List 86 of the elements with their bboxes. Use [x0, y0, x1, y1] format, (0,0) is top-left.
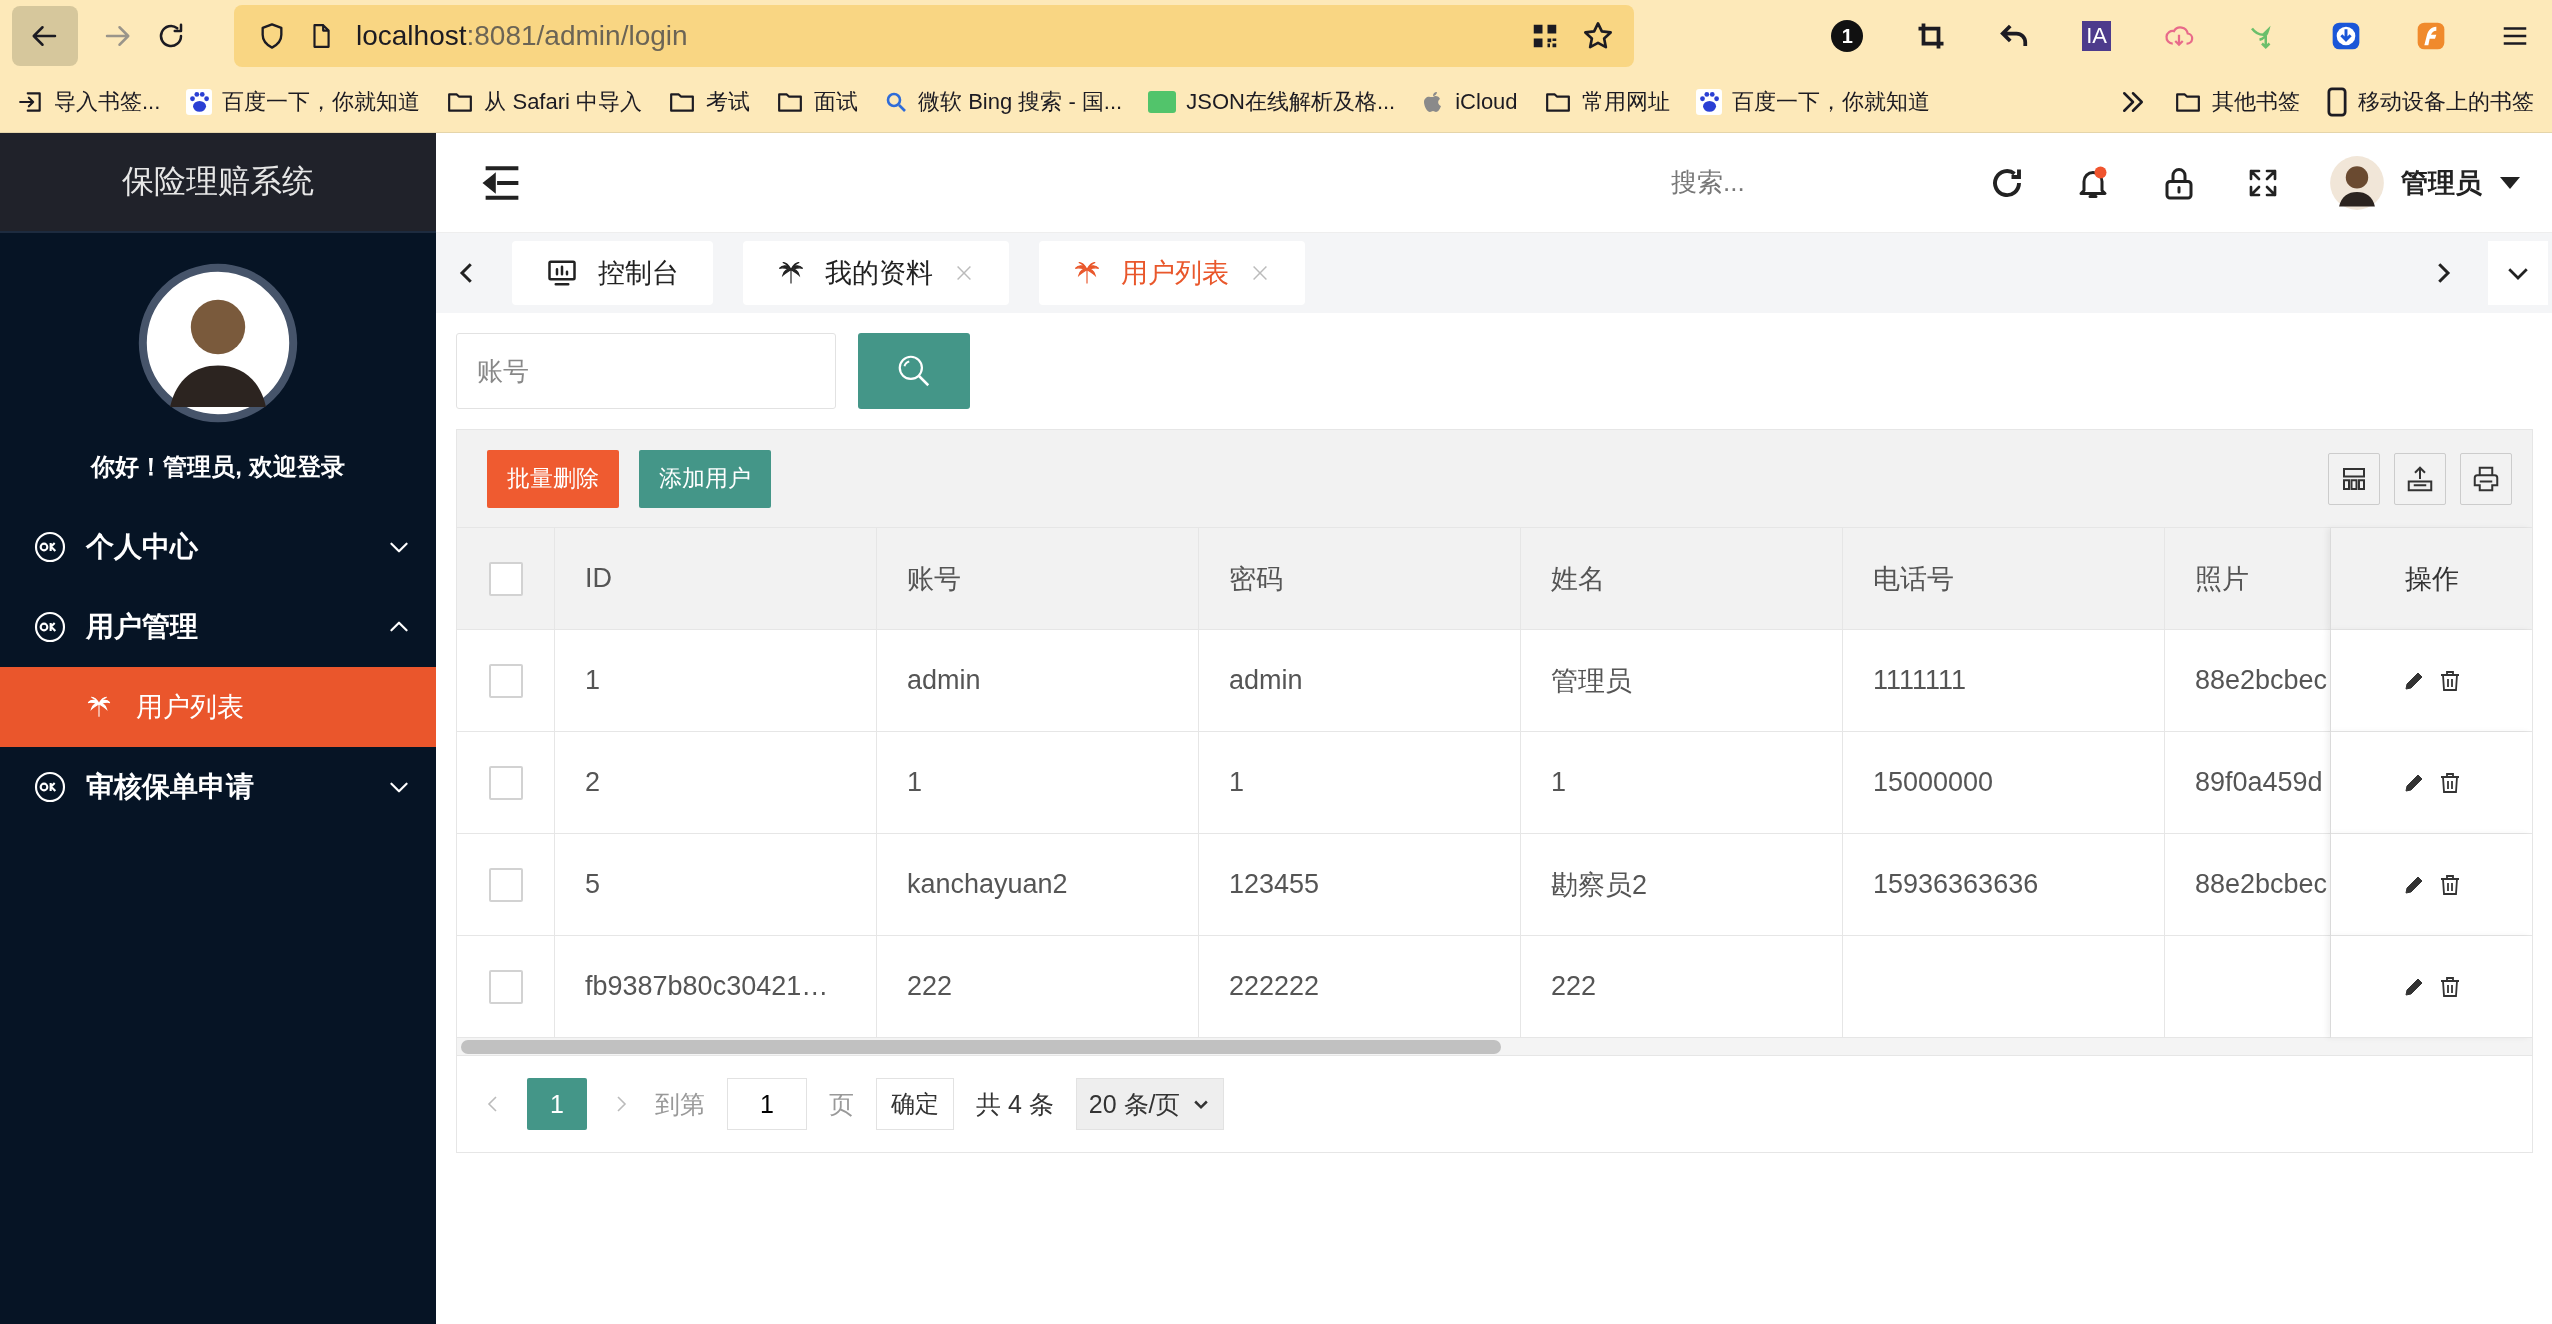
column-header[interactable]: 密码 [1229, 560, 1283, 597]
bookmark-link[interactable]: 面试 [814, 87, 859, 117]
table-cell: 管理员 [1521, 630, 1843, 732]
table-cell: 123455 [1199, 834, 1521, 936]
palm-icon [777, 259, 805, 287]
total-count: 共 4 条 [976, 1088, 1054, 1120]
menu-item[interactable]: 用户管理 [0, 587, 436, 667]
bookmark-link[interactable]: 微软 Bing 搜索 - 国... [918, 87, 1123, 117]
download-icon[interactable] [2330, 20, 2362, 52]
goto-label: 到第 [655, 1088, 705, 1120]
address-bar[interactable]: localhost:8081/admin/login [234, 5, 1634, 67]
ok-icon [34, 771, 66, 803]
submenu-item[interactable]: 用户列表 [0, 667, 436, 747]
page-label: 页 [829, 1088, 854, 1120]
scrollbar-thumb[interactable] [461, 1040, 1501, 1054]
bookmark-link[interactable]: 百度一下，你就知道 [222, 87, 421, 117]
confirm-button[interactable]: 确定 [876, 1078, 954, 1130]
account-field[interactable]: 账号 [456, 333, 836, 409]
bookmark-link[interactable]: 导入书签... [54, 87, 161, 117]
search-field[interactable]: 搜索... [1669, 166, 1919, 199]
column-header[interactable]: 操作 [2404, 560, 2459, 597]
page-number-field[interactable]: 1 [727, 1078, 807, 1130]
user-menu[interactable]: 管理员 [2329, 154, 2522, 211]
tab[interactable]: 我的资料 [743, 241, 1009, 305]
bookmark-link[interactable]: 考试 [706, 87, 751, 117]
column-header[interactable]: 账号 [907, 560, 961, 597]
checkbox[interactable] [488, 765, 523, 800]
user-avatar-icon [2329, 154, 2385, 211]
table-cell: 15000000 [1843, 732, 2165, 834]
tab[interactable]: 用户列表 [1039, 241, 1305, 305]
app-title: 保险理赔系统 [122, 162, 314, 201]
checkbox[interactable] [488, 663, 523, 698]
extension-button[interactable]: IA [2082, 21, 2111, 51]
bookmark-link[interactable]: 百度一下，你就知道 [1731, 87, 1930, 117]
column-header[interactable]: 姓名 [1551, 560, 1605, 597]
paw-icon [186, 89, 213, 115]
search-button[interactable] [858, 333, 970, 409]
bookmark-link[interactable]: 其他书签 [2212, 87, 2300, 117]
table-cell: 2 [555, 732, 877, 834]
table-cell: admin [1199, 630, 1521, 732]
table-cell: 1 [1199, 732, 1521, 834]
import-icon [18, 89, 44, 115]
bookmark-link[interactable]: 移动设备上的书签 [2358, 87, 2534, 117]
greeting-text: 你好！管理员, 欢迎登录 [91, 453, 345, 480]
tab[interactable]: 控制台 [512, 241, 713, 305]
bookmark-link[interactable]: JSON在线解析及格... [1186, 87, 1396, 117]
phone-icon [2326, 87, 2348, 117]
json-icon [1148, 90, 1177, 114]
checkbox[interactable] [488, 561, 523, 596]
add-button[interactable]: 添加用户 [639, 449, 771, 508]
table-cell: kanchayuan2 [877, 834, 1199, 936]
bookmark-link[interactable]: 从 Safari 中导入 [484, 87, 643, 117]
table-cell: admin [877, 630, 1199, 732]
column-header[interactable]: 照片 [2195, 560, 2249, 597]
back-button[interactable] [12, 6, 78, 66]
extension-badge[interactable]: 1 [1831, 20, 1864, 52]
monitor-icon [546, 258, 578, 288]
column-header[interactable]: ID [585, 563, 612, 594]
palm-icon [1073, 259, 1101, 287]
page-button[interactable]: 1 [527, 1078, 587, 1130]
paw-icon [1695, 89, 1722, 115]
table-cell: 15936363636 [1843, 834, 2165, 936]
url-text: localhost:8081/admin/login [356, 20, 688, 52]
table-cell: 1 [1521, 732, 1843, 834]
export-button[interactable] [2394, 452, 2446, 505]
bookmark-link[interactable]: iCloud [1455, 89, 1518, 115]
ok-icon [34, 531, 66, 563]
table-cell: 勘察员2 [1521, 834, 1843, 936]
column-header[interactable]: 电话号 [1873, 560, 1954, 597]
ok-icon [34, 611, 66, 643]
checkbox[interactable] [488, 867, 523, 902]
columns-button[interactable] [2328, 452, 2380, 505]
table-cell: 1111111 [1843, 630, 2165, 732]
avatar-icon [138, 263, 298, 423]
table-cell: 5 [555, 834, 877, 936]
table-cell: 1 [555, 630, 877, 732]
menu-item[interactable]: 审核保单申请 [0, 747, 436, 827]
bookmark-link[interactable]: 常用网址 [1581, 87, 1670, 117]
print-button[interactable] [2460, 452, 2512, 505]
tab-menu-button[interactable] [2488, 241, 2548, 305]
palm-icon [86, 694, 112, 720]
page-size-select[interactable]: 20 条/页 [1075, 1078, 1224, 1130]
table-cell: 1 [877, 732, 1199, 834]
menu-item[interactable]: 个人中心 [0, 507, 436, 587]
crop-icon[interactable] [1916, 21, 1947, 51]
checkbox[interactable] [488, 969, 523, 1004]
